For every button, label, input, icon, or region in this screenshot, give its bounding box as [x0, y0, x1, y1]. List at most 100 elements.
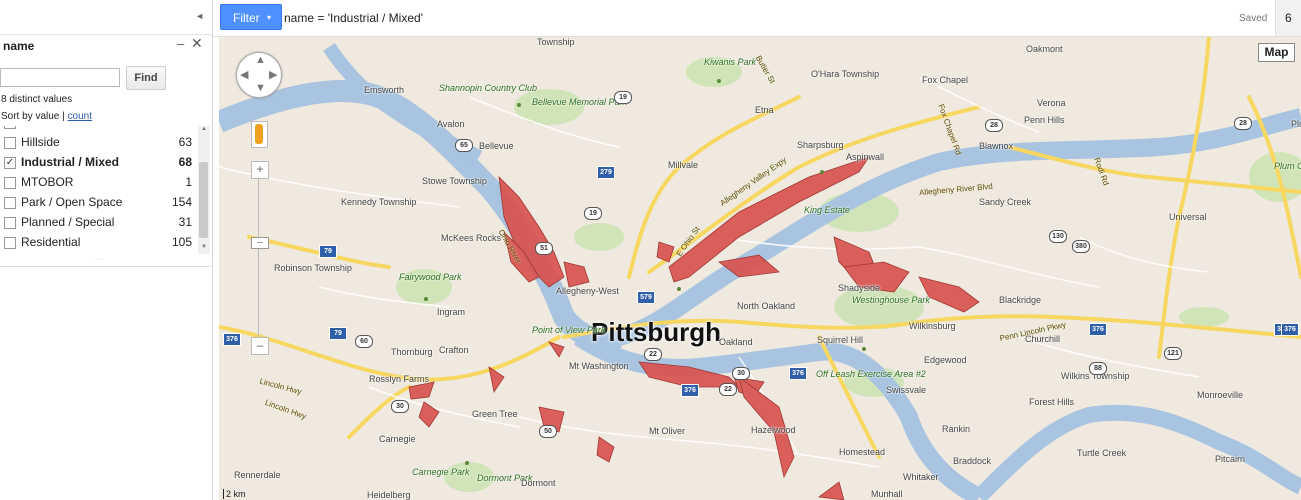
zoom-slider-handle[interactable]: –	[251, 237, 269, 249]
value-list-item[interactable]: Hillside 63	[0, 133, 198, 153]
value-count: 154	[171, 195, 192, 209]
map-place-label: Squirrel Hill	[817, 335, 864, 345]
map-place-label: Homestead	[839, 447, 886, 457]
value-checkbox[interactable]	[4, 237, 16, 249]
map-place-label: Whitaker	[903, 472, 939, 482]
map-place-label: Point of View Park	[532, 325, 606, 335]
map-canvas[interactable]: Pittsburgh Township Emsworth Shannopin Cou…	[219, 37, 1301, 500]
value-list-item[interactable]: Park / Open Space 154	[0, 193, 198, 213]
scroll-down-icon[interactable]: ▼	[198, 244, 210, 254]
map-place-label: Oakland	[719, 337, 753, 347]
map-place-label: Oakmont	[1026, 44, 1063, 54]
map-place-label: Braddock	[953, 456, 992, 466]
value-label: Planned / Special	[21, 215, 115, 229]
route-shield-icon: 28	[1234, 117, 1252, 130]
filter-button-label: Filter	[233, 11, 260, 25]
find-input[interactable]	[0, 68, 120, 87]
map-place-label: Rosslyn Farms	[369, 374, 430, 384]
pan-down-icon[interactable]: ▼	[255, 82, 266, 94]
map-place-label: Green Tree	[472, 409, 518, 419]
interstate-shield-icon: 579	[637, 291, 655, 304]
value-list-item[interactable]: Educational / Medical 46	[0, 126, 198, 133]
route-shield-icon: 30	[732, 367, 750, 380]
interstate-shield-icon: 376	[1281, 323, 1299, 336]
sort-options: Sort by value | count	[1, 111, 92, 122]
toolbar: Filter ▾ name = 'Industrial / Mixed' Sav…	[213, 0, 1301, 37]
sort-by-count-link[interactable]: count	[68, 111, 92, 122]
map-place-label: Carnegie	[379, 434, 416, 444]
map-place-label: Mt Washington	[569, 361, 629, 371]
value-list-item[interactable]: Planned / Special 31	[0, 213, 198, 233]
city-label-pittsburgh: Pittsburgh	[591, 317, 721, 347]
map-scale: 2 km	[223, 489, 246, 499]
value-list-item[interactable]: Residential 105	[0, 233, 198, 253]
value-checkbox[interactable]: ✓	[4, 157, 16, 169]
pan-control[interactable]: ▲ ▼ ◀ ▶	[236, 52, 282, 98]
filter-panel: ◄ name – ✕ Find 8 distinct values Sort b…	[0, 0, 213, 500]
map-place-label: Forest Hills	[1029, 397, 1075, 407]
value-label: Park / Open Space	[21, 195, 123, 209]
distinct-values-count: 8 distinct values	[1, 94, 73, 105]
map-place-label: Swissvale	[886, 385, 927, 395]
map-place-label: Avalon	[437, 119, 465, 129]
find-button[interactable]: Find	[126, 66, 166, 90]
map-place-label: Plum	[1291, 119, 1301, 129]
interstate-shield-icon: 79	[319, 245, 337, 258]
value-checkbox[interactable]	[4, 197, 16, 209]
map-place-label: Emsworth	[364, 85, 405, 95]
map-place-label: Rennerdale	[234, 470, 281, 480]
map-place-label: Fox Chapel	[922, 75, 969, 85]
value-count: 1	[185, 175, 192, 189]
value-list-item[interactable]: MTOBOR 1	[0, 173, 198, 193]
map-place-label: Penn Hills	[1024, 115, 1065, 125]
value-list-item[interactable]: ✓ Industrial / Mixed 68	[0, 153, 198, 173]
interstate-shield-icon: 376	[789, 367, 807, 380]
pan-left-icon[interactable]: ◀	[240, 68, 248, 81]
map-place-label: Robinson Township	[274, 263, 352, 273]
collapse-panel-icon[interactable]: ◄	[195, 11, 204, 21]
zoom-out-button[interactable]: –	[251, 337, 269, 355]
map-place-label: Heidelberg	[367, 490, 411, 500]
route-shield-icon: 19	[584, 207, 602, 220]
map-place-label: Carnegie Park	[412, 467, 470, 477]
minimize-icon[interactable]: –	[177, 36, 184, 51]
map-place-label: Stowe Township	[422, 176, 487, 186]
interstate-shield-icon: 376	[681, 384, 699, 397]
map-place-label: King Estate	[804, 205, 851, 215]
pan-right-icon[interactable]: ▶	[269, 68, 277, 81]
map-place-label: Hazelwood	[751, 425, 796, 435]
zoom-slider-track[interactable]	[258, 175, 259, 345]
map-place-label: Millvale	[668, 160, 699, 170]
route-shield-icon: 65	[455, 139, 473, 152]
scroll-up-icon[interactable]: ▲	[198, 126, 210, 136]
scroll-thumb[interactable]	[199, 162, 208, 238]
route-shield-icon: 28	[985, 119, 1003, 132]
value-checkbox[interactable]	[4, 126, 16, 129]
map-place-label: Bellevue	[479, 141, 514, 151]
value-label: MTOBOR	[21, 175, 74, 189]
interstate-shield-icon: 376	[223, 333, 241, 346]
value-count: 68	[178, 155, 192, 169]
map-place-label: Munhall	[871, 489, 903, 499]
map-place-label: Westinghouse Park	[852, 295, 930, 305]
toolbar-overflow: 6	[1275, 0, 1301, 36]
map-place-label: Blawnox	[979, 141, 1014, 151]
map-type-button[interactable]: Map	[1258, 43, 1295, 62]
zoom-in-button[interactable]: +	[251, 161, 269, 179]
map-place-label: Blackridge	[999, 295, 1042, 305]
value-list-scrollbar[interactable]: ▲ ▼	[198, 126, 210, 254]
close-icon[interactable]: ✕	[191, 35, 203, 52]
pan-up-icon[interactable]: ▲	[255, 54, 266, 66]
pegman-icon[interactable]	[251, 121, 268, 148]
value-checkbox[interactable]	[4, 177, 16, 189]
map-place-label: Fairywood Park	[399, 272, 462, 282]
map-place-label: Mt Oliver	[649, 426, 685, 436]
panel-collapse-bar: ◄	[0, 0, 212, 35]
interstate-shield-icon: 279	[597, 166, 615, 179]
resize-grip-icon[interactable]: ···	[95, 256, 105, 263]
interstate-shield-icon: 376	[1089, 323, 1107, 336]
value-checkbox[interactable]	[4, 137, 16, 149]
value-checkbox[interactable]	[4, 217, 16, 229]
filter-button[interactable]: Filter ▾	[220, 4, 282, 30]
value-count: 46	[179, 126, 192, 129]
